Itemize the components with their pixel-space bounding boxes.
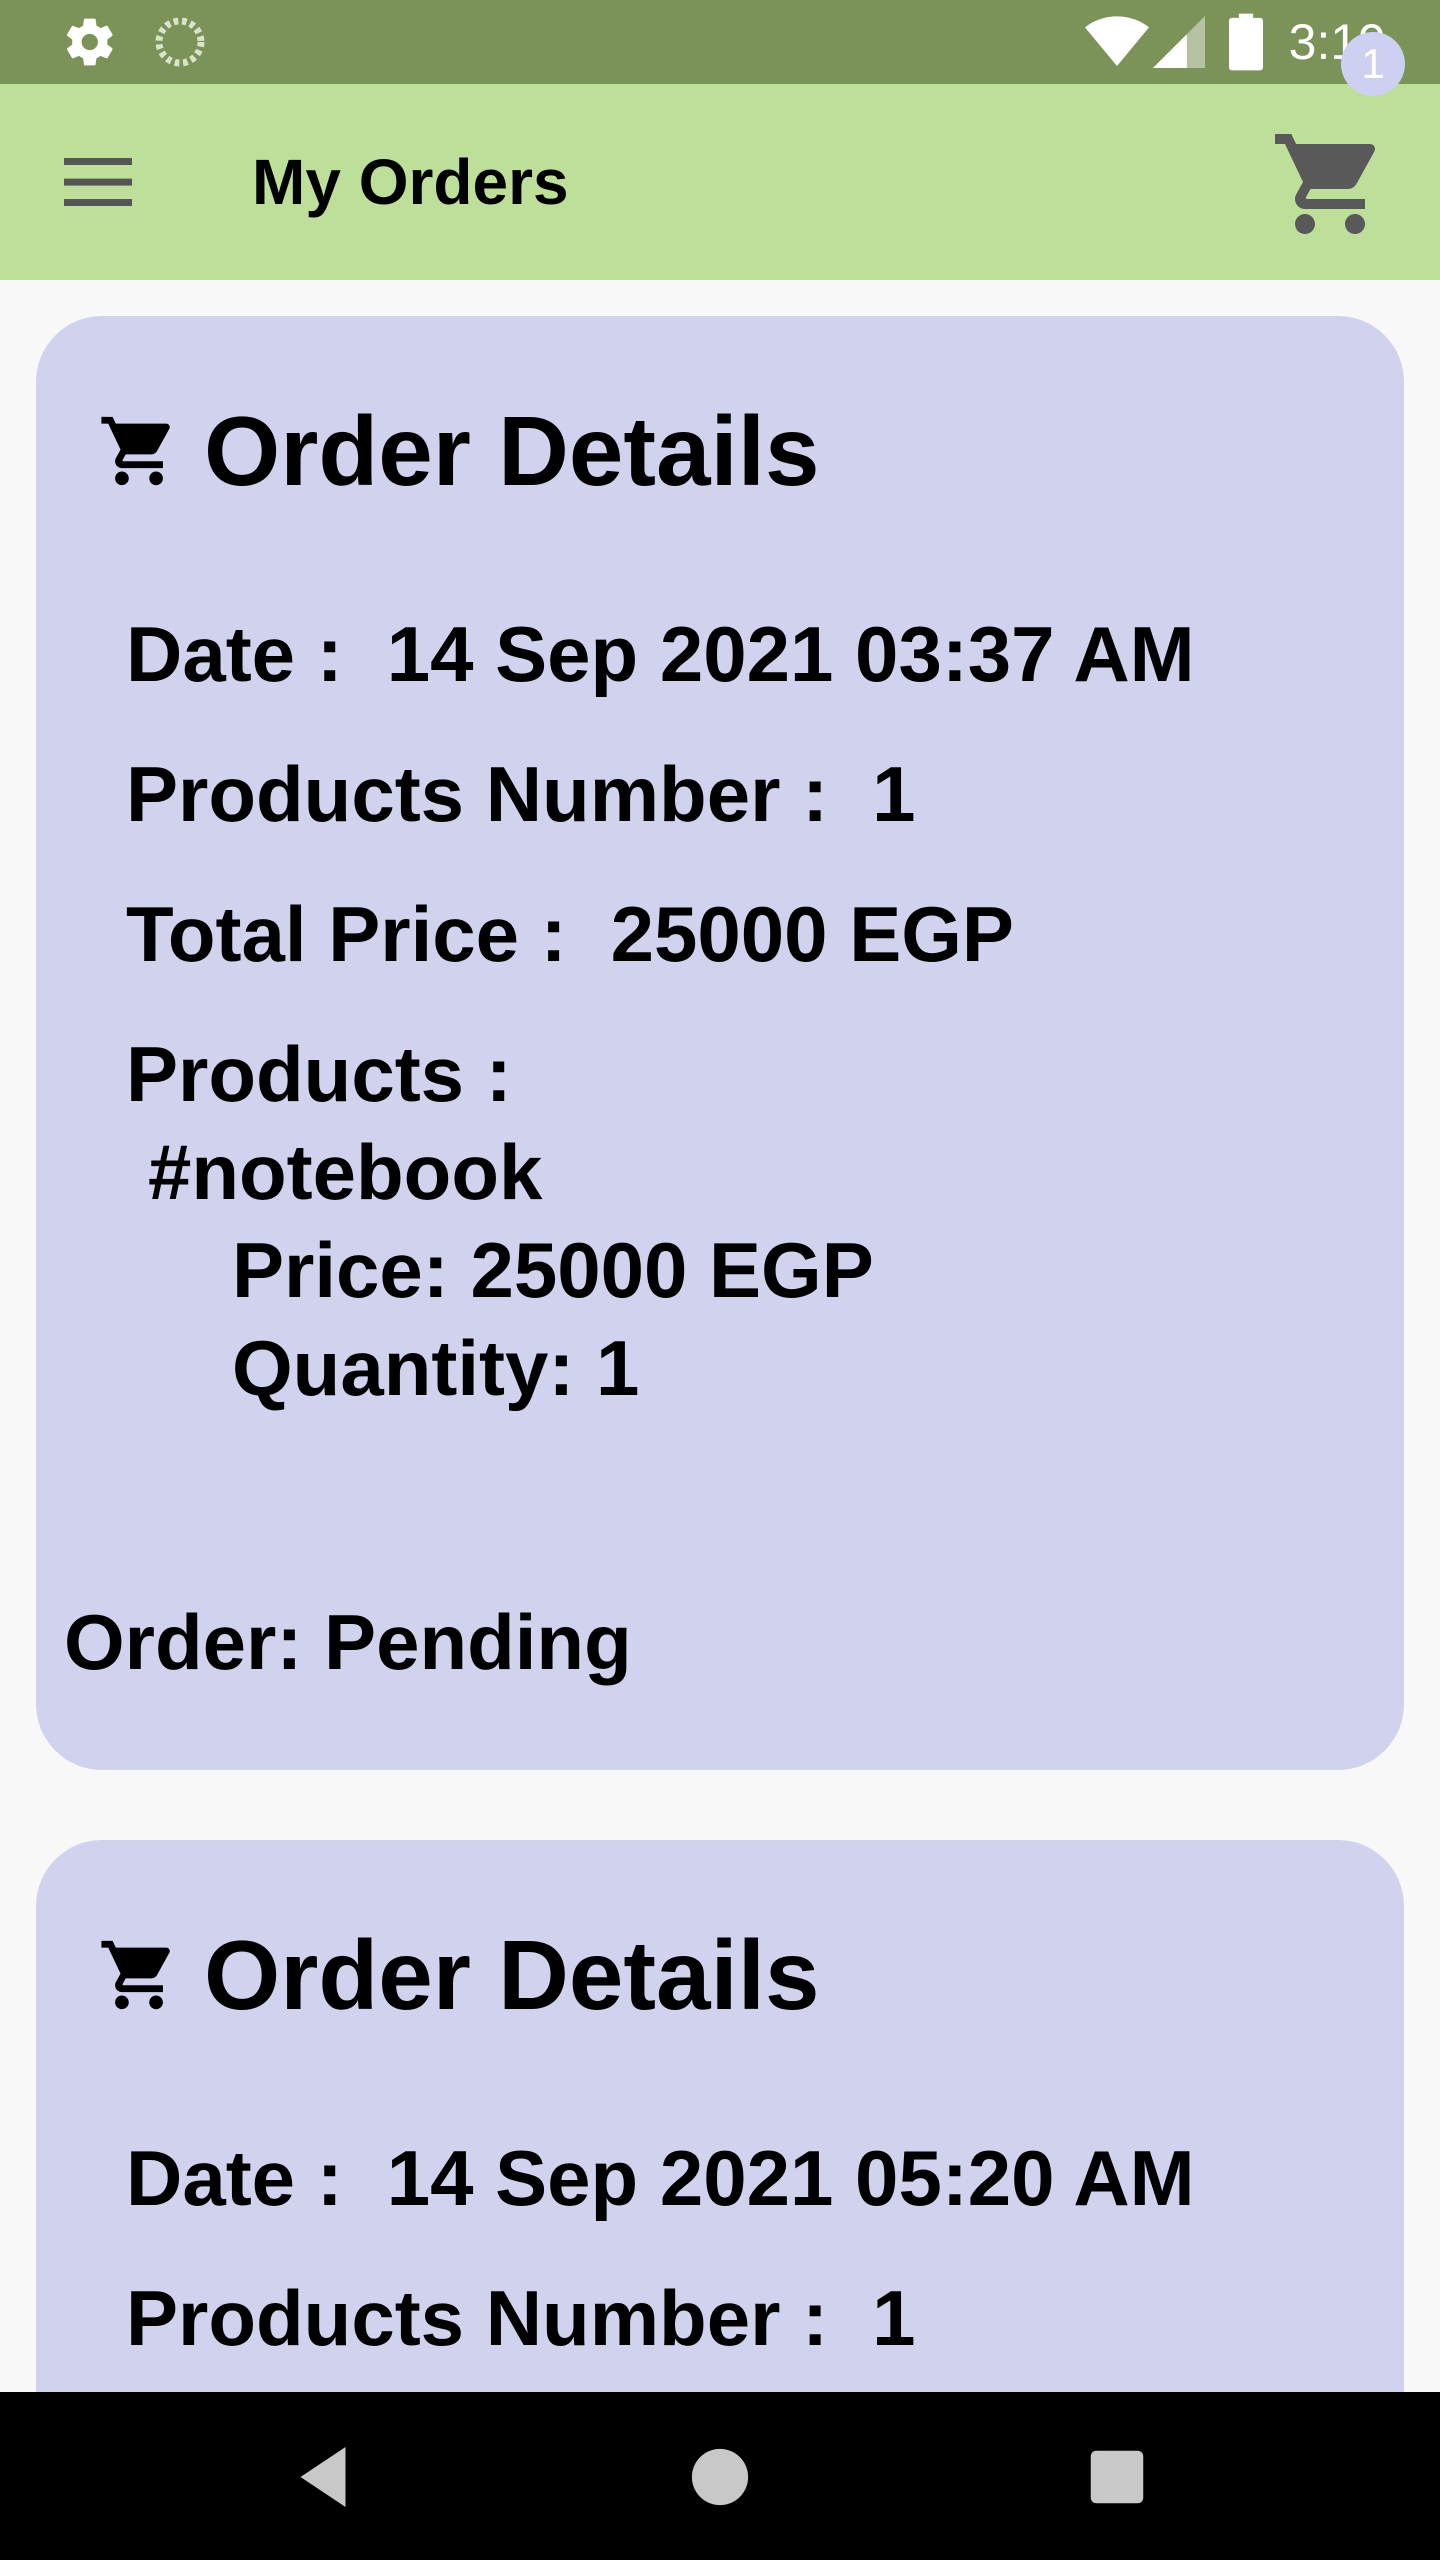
- signal-icon: [1152, 16, 1205, 68]
- products-label: Products :: [126, 1030, 512, 1118]
- products-number-label: Products Number :: [126, 2274, 829, 2362]
- date-value: 14 Sep 2021 05:20 AM: [386, 2134, 1195, 2222]
- back-icon[interactable]: [278, 2432, 368, 2522]
- order-status: Order: Pending: [64, 1598, 632, 1686]
- app-bar: My Orders: [0, 84, 1440, 280]
- recent-apps-icon[interactable]: [1072, 2432, 1162, 2522]
- page-title: My Orders: [252, 146, 569, 218]
- card-header: Order Details: [98, 1920, 819, 2030]
- products-number-label: Products Number :: [126, 750, 829, 838]
- home-icon[interactable]: [675, 2432, 765, 2522]
- loading-icon: [155, 17, 205, 67]
- order-date: Date : 14 Sep 2021 05:20 AM: [126, 2130, 1195, 2226]
- status-bar: 3:19: [0, 0, 1440, 84]
- order-card[interactable]: Order Details Date : 14 Sep 2021 03:37 AM…: [36, 316, 1404, 1770]
- cart-icon[interactable]: [1270, 124, 1390, 244]
- order-products-number: Products Number : 1: [126, 2270, 915, 2366]
- order-products-number: Products Number : 1: [126, 746, 915, 842]
- cart-icon: [101, 1940, 170, 2010]
- navigation-bar: [0, 2392, 1440, 2560]
- order-card[interactable]: Order Details Date : 14 Sep 2021 05:20 AM…: [36, 1840, 1404, 2392]
- order-list: Order Details Date : 14 Sep 2021 03:37 AM…: [0, 280, 1440, 2392]
- product-price: Price: 25000 EGP: [232, 1226, 874, 1314]
- order-title: Order Details: [204, 1920, 820, 2030]
- date-value: 14 Sep 2021 03:37 AM: [386, 610, 1195, 698]
- products-number-value: 1: [872, 750, 916, 838]
- cart-badge[interactable]: 1: [1341, 32, 1405, 96]
- screen: 3:19 My Orders 1 Order Details Date : 14 …: [0, 0, 1440, 2560]
- product-name: #notebook: [148, 1128, 543, 1216]
- total-price-label: Total Price :: [126, 890, 567, 978]
- order-title: Order Details: [204, 396, 820, 506]
- gear-icon: [66, 18, 113, 66]
- cart-icon: [101, 416, 170, 486]
- status-left-icons: [62, 14, 208, 70]
- menu-icon[interactable]: [48, 142, 148, 222]
- product-quantity: Quantity: 1: [232, 1324, 640, 1412]
- total-price-value: 25000 EGP: [610, 890, 1014, 978]
- battery-icon: [1228, 13, 1263, 71]
- order-total-price: Total Price : 25000 EGP: [126, 886, 1014, 982]
- card-header: Order Details: [98, 396, 819, 506]
- order-date: Date : 14 Sep 2021 03:37 AM: [126, 606, 1195, 702]
- date-label: Date :: [126, 610, 343, 698]
- wifi-icon: [1084, 16, 1149, 66]
- products-number-value: 1: [872, 2274, 916, 2362]
- date-label: Date :: [126, 2134, 343, 2222]
